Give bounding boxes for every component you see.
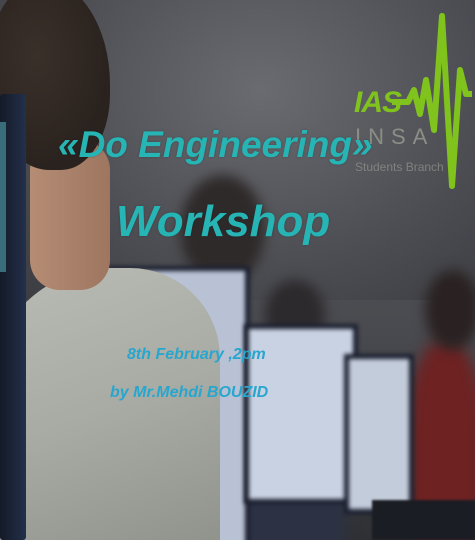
foreground-monitor-screen	[0, 122, 6, 272]
background-monitor	[344, 354, 414, 514]
poster-title-line1: «Do Engineering»	[58, 124, 373, 165]
poster-title-line2: Workshop	[116, 197, 331, 246]
foreground-person-shirt	[0, 268, 220, 540]
logo-acronym: IAS	[354, 86, 402, 119]
event-date-time: 8th February ,2pm	[127, 346, 266, 363]
event-speaker: by Mr.Mehdi BOUZID	[110, 384, 269, 401]
workshop-poster: IAS INSA Students Branch «Do Engineering…	[0, 0, 475, 540]
background-head	[425, 270, 475, 350]
desk-screen	[372, 500, 475, 540]
